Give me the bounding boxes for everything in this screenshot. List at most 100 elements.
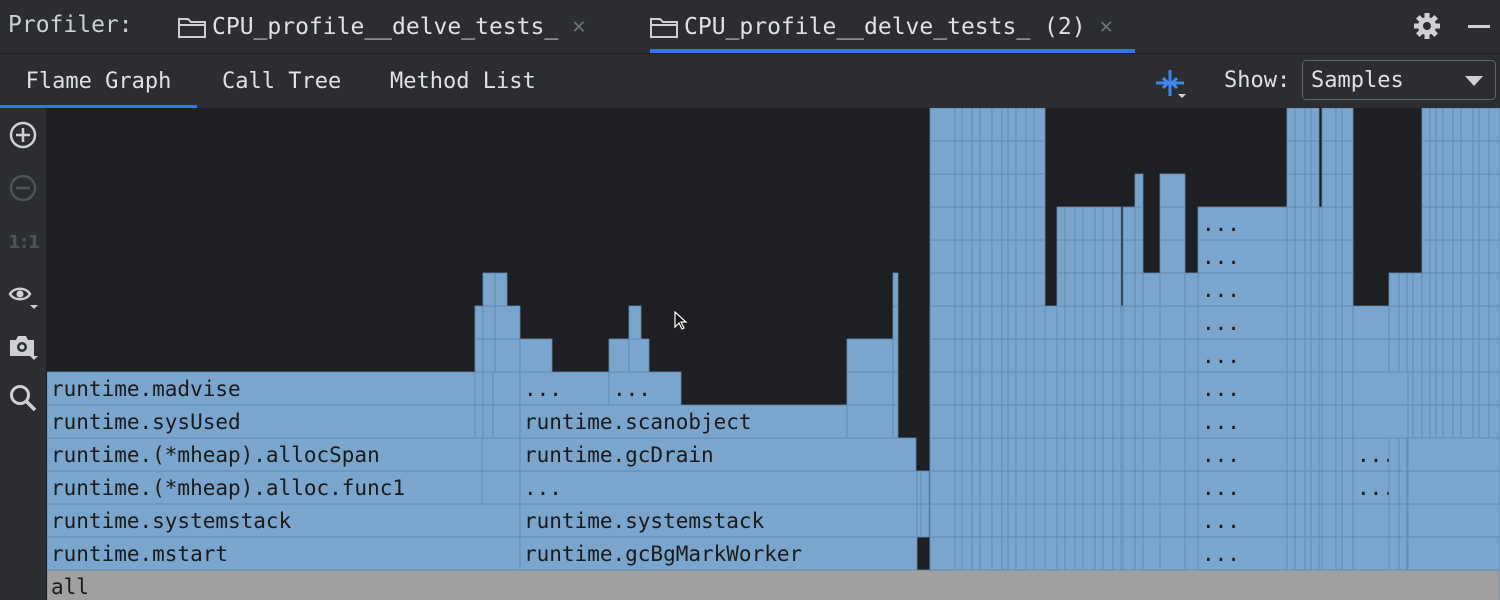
flame-frame[interactable] xyxy=(1286,173,1296,208)
flame-frame[interactable] xyxy=(1421,108,1431,142)
camera-icon[interactable] xyxy=(8,332,38,362)
flame-frame[interactable] xyxy=(1442,338,1454,373)
gear-icon[interactable] xyxy=(1412,11,1442,41)
flame-frame[interactable] xyxy=(1335,404,1343,439)
flame-frame[interactable] xyxy=(1286,305,1296,340)
flame-frame[interactable] xyxy=(1122,305,1136,340)
flame-frame[interactable] xyxy=(979,371,993,406)
flame-frame[interactable] xyxy=(991,536,1003,571)
flame-frame[interactable] xyxy=(1304,503,1312,538)
flame-frame[interactable] xyxy=(1064,371,1076,406)
flame-frame[interactable] xyxy=(929,371,956,406)
flame-frame[interactable] xyxy=(1015,206,1027,241)
flame-frame[interactable] xyxy=(1015,404,1027,439)
flame-frame[interactable] xyxy=(1488,239,1500,274)
flame-frame[interactable] xyxy=(971,536,981,571)
flame-frame[interactable] xyxy=(1007,108,1017,142)
flame-frame[interactable] xyxy=(929,108,956,142)
flame-frame[interactable] xyxy=(1134,437,1144,472)
flame-frame[interactable] xyxy=(1407,503,1500,538)
flame-frame[interactable] xyxy=(1001,272,1009,307)
flame-frame[interactable] xyxy=(1286,239,1296,274)
flame-frame[interactable] xyxy=(1412,305,1423,340)
flame-frame[interactable] xyxy=(1015,536,1027,571)
flame-frame[interactable] xyxy=(1134,305,1144,340)
flame-frame[interactable] xyxy=(961,305,973,340)
zoom-in-icon[interactable] xyxy=(8,120,38,150)
flame-frame[interactable] xyxy=(1412,371,1423,406)
flame-frame[interactable] xyxy=(1388,470,1400,505)
flame-frame[interactable] xyxy=(1452,371,1462,406)
flame-frame[interactable] xyxy=(1488,404,1500,439)
flame-frame[interactable] xyxy=(1460,173,1474,208)
flame-frame[interactable] xyxy=(1304,371,1312,406)
flame-frame[interactable] xyxy=(920,503,930,538)
flame-frame[interactable] xyxy=(1304,108,1312,142)
flame-frame[interactable] xyxy=(1122,239,1136,274)
flame-frame[interactable] xyxy=(1082,206,1096,241)
flame-frame[interactable] xyxy=(1472,239,1480,274)
flame-frame[interactable] xyxy=(1015,272,1027,307)
flame-frame[interactable] xyxy=(1102,470,1114,505)
flame-frame[interactable] xyxy=(979,173,993,208)
flame-frame[interactable] xyxy=(1435,108,1444,142)
flame-frame[interactable] xyxy=(1094,437,1104,472)
flame-frame[interactable] xyxy=(1421,404,1431,439)
flame-frame[interactable] xyxy=(954,338,963,373)
flame-frame[interactable] xyxy=(1082,470,1096,505)
flame-frame[interactable] xyxy=(1001,108,1009,142)
flame-frame[interactable] xyxy=(846,371,894,406)
search-icon[interactable] xyxy=(8,383,38,413)
flame-frame[interactable] xyxy=(1488,272,1500,307)
flame-frame[interactable] xyxy=(1304,239,1312,274)
flame-frame[interactable] xyxy=(971,503,981,538)
flame-frame[interactable] xyxy=(1015,437,1027,472)
flame-frame[interactable] xyxy=(1335,173,1343,208)
flame-frame[interactable] xyxy=(1435,239,1444,274)
flame-frame[interactable] xyxy=(1122,206,1136,241)
flame-frame[interactable] xyxy=(1304,470,1312,505)
flame-frame[interactable] xyxy=(1388,437,1400,472)
flame-frame[interactable] xyxy=(1074,338,1084,373)
flame-frame[interactable] xyxy=(929,437,956,472)
flame-frame[interactable] xyxy=(1352,305,1390,340)
flame-frame[interactable] xyxy=(929,206,956,241)
flame-frame[interactable] xyxy=(1321,404,1337,439)
flame-frame[interactable] xyxy=(1452,239,1462,274)
flame-frame[interactable] xyxy=(1159,404,1186,439)
flame-frame[interactable] xyxy=(608,338,630,373)
flame-frame[interactable] xyxy=(961,108,973,142)
flame-frame[interactable] xyxy=(1352,338,1390,373)
flame-frame[interactable] xyxy=(1122,536,1136,571)
flame-frame[interactable] xyxy=(1074,206,1084,241)
flame-frame[interactable] xyxy=(1159,272,1186,307)
flame-frame[interactable] xyxy=(1478,140,1490,175)
flame-frame[interactable] xyxy=(991,437,1003,472)
flame-frame[interactable] xyxy=(1294,239,1306,274)
flame-frame[interactable] xyxy=(961,338,973,373)
flame-frame[interactable] xyxy=(1094,239,1104,274)
flame-frame[interactable] xyxy=(1094,272,1104,307)
flame-frame[interactable] xyxy=(971,239,981,274)
flame-frame[interactable] xyxy=(1398,272,1408,307)
flame-frame[interactable] xyxy=(1442,140,1454,175)
flame-frame[interactable] xyxy=(1001,437,1009,472)
flame-frame[interactable] xyxy=(1310,206,1320,241)
flame-frame[interactable] xyxy=(1429,173,1437,208)
flame-frame[interactable] xyxy=(1082,437,1096,472)
flame-frame[interactable] xyxy=(1452,338,1462,373)
flame-frame[interactable] xyxy=(1033,239,1046,274)
flame-frame[interactable] xyxy=(961,437,973,472)
flame-frame[interactable] xyxy=(1007,536,1017,571)
flame-frame[interactable] xyxy=(474,305,484,340)
flame-frame[interactable] xyxy=(1407,470,1500,505)
flame-frame[interactable] xyxy=(1321,108,1337,142)
flame-frame[interactable] xyxy=(1007,404,1017,439)
flame-frame[interactable] xyxy=(494,272,508,307)
flame-frame[interactable] xyxy=(892,404,899,439)
flame-frame[interactable] xyxy=(954,272,963,307)
collapse-arrows-icon[interactable] xyxy=(1154,66,1190,100)
flame-frame[interactable] xyxy=(1033,338,1046,373)
flame-frame[interactable] xyxy=(1388,338,1400,373)
flame-frame[interactable] xyxy=(1122,338,1136,373)
